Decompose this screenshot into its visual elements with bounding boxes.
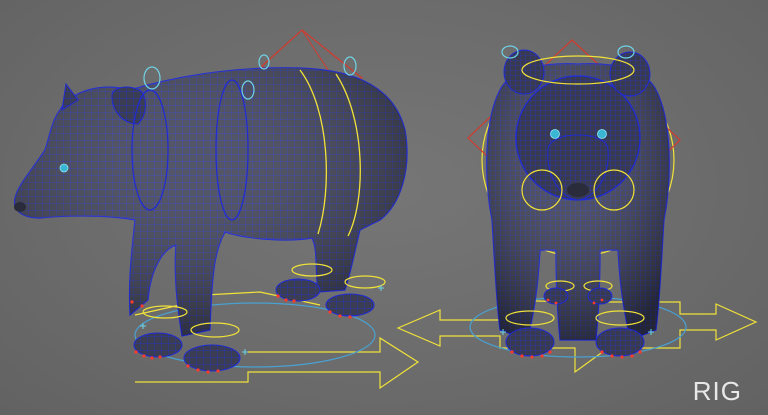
front-view[interactable] bbox=[396, 39, 758, 374]
viewport[interactable]: RIG bbox=[0, 0, 768, 415]
side-view[interactable] bbox=[13, 29, 420, 390]
eye-left-front bbox=[550, 129, 560, 139]
nose-front bbox=[567, 183, 589, 197]
ear-right-front bbox=[609, 51, 651, 97]
nose-side bbox=[14, 202, 26, 212]
ear-left-front bbox=[503, 49, 545, 95]
view-label: RIG bbox=[692, 376, 742, 406]
eye-side bbox=[59, 163, 69, 173]
eye-right-front bbox=[597, 129, 607, 139]
rig-scene[interactable] bbox=[0, 0, 768, 415]
